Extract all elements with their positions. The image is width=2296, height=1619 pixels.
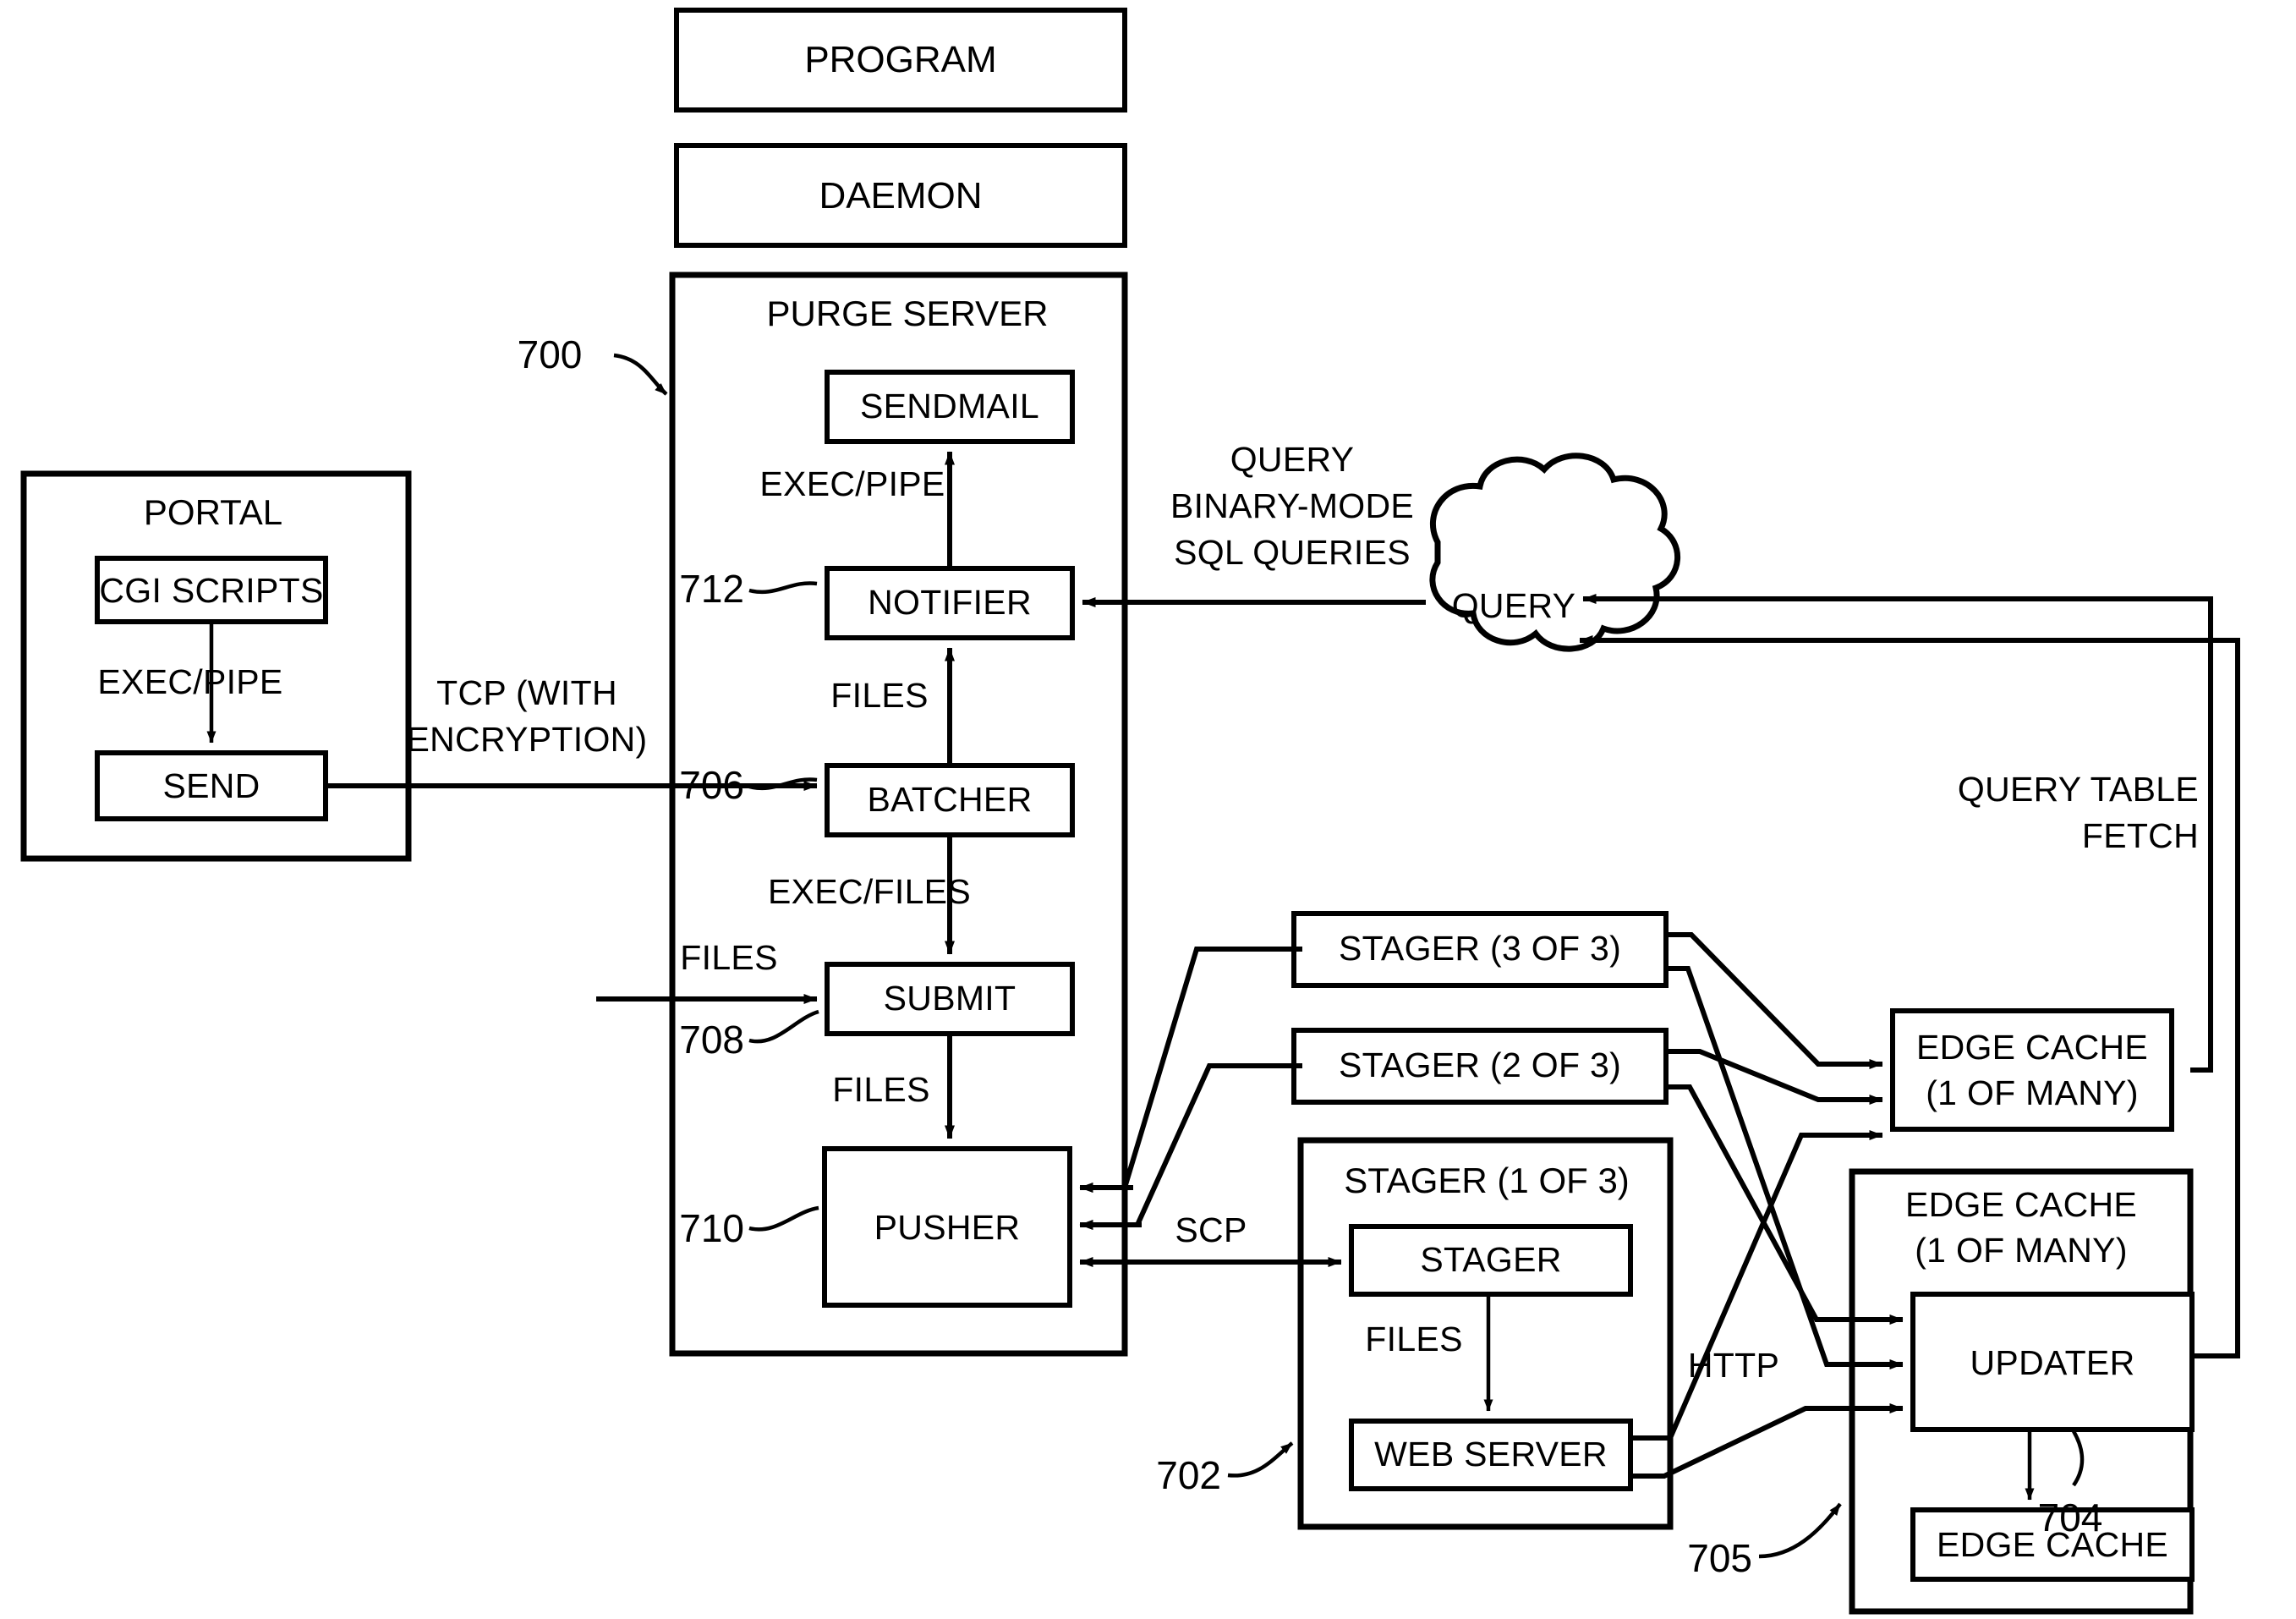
pusher-label: PUSHER (874, 1208, 1021, 1247)
numeral-704: 704 (2038, 1496, 2103, 1539)
query-label-line3: SQL QUERIES (1174, 533, 1411, 572)
leader-705 (1758, 1502, 1842, 1559)
query-label-line1: QUERY (1230, 440, 1355, 479)
updater-label: UPDATER (1970, 1343, 2135, 1382)
stager-label: STAGER (1420, 1240, 1561, 1279)
edge-cache-many-bottom-line2: (1 OF MANY) (1915, 1231, 2128, 1270)
link-stager2-edgecache-top (1666, 1049, 1883, 1105)
exec-pipe-notifier-label: EXEC/PIPE (759, 464, 945, 503)
send-label: SEND (162, 766, 260, 805)
stager-3-label: STAGER (3 OF 3) (1339, 929, 1621, 968)
edge-cache-many-top-line2: (1 OF MANY) (1926, 1073, 2139, 1112)
files-pusher-label: FILES (832, 1070, 929, 1109)
numeral-712: 712 (679, 567, 744, 611)
leader-704 (2072, 1430, 2085, 1487)
submit-label: SUBMIT (884, 979, 1016, 1018)
scp-label: SCP (1175, 1210, 1247, 1249)
portal-label: PORTAL (144, 492, 282, 532)
leader-700 (613, 353, 668, 396)
notifier-label: NOTIFIER (868, 583, 1032, 622)
numeral-706: 706 (679, 763, 744, 807)
numeral-708: 708 (679, 1018, 744, 1062)
purge-server-label: PURGE SERVER (767, 294, 1049, 333)
leader-712 (748, 581, 818, 595)
arrow-updater-to-cloud (1579, 635, 2240, 1358)
cgi-scripts-label: CGI SCRIPTS (99, 571, 323, 610)
edge-cache-many-top-line1: EDGE CACHE (1916, 1028, 2148, 1067)
patent-diagram: PROGRAM DAEMON PURGE SERVER SENDMAIL NOT… (20, 8, 2240, 1615)
link-pusher-stager2 (1079, 1063, 1302, 1230)
stager-1-container-label: STAGER (1 OF 3) (1344, 1161, 1630, 1200)
query-label-line2: BINARY-MODE (1170, 486, 1414, 525)
sendmail-label: SENDMAIL (860, 387, 1039, 425)
web-server-label: WEB SERVER (1374, 1435, 1608, 1474)
files-submit-in-label: FILES (680, 938, 777, 977)
figure-canvas: PROGRAM DAEMON PURGE SERVER SENDMAIL NOT… (0, 0, 2296, 1619)
numeral-710: 710 (679, 1206, 744, 1250)
exec-files-label: EXEC/FILES (768, 872, 971, 911)
edge-cache-many-bottom-line1: EDGE CACHE (1905, 1185, 2137, 1224)
numeral-705: 705 (1687, 1536, 1752, 1580)
stager-2-label: STAGER (2 OF 3) (1339, 1045, 1621, 1084)
leader-710 (748, 1205, 819, 1232)
query-table-label-line2: FETCH (2082, 816, 2199, 855)
numeral-702: 702 (1156, 1453, 1221, 1497)
numeral-700: 700 (518, 332, 583, 376)
daemon-label: DAEMON (819, 175, 982, 217)
query-cloud-label: QUERY (1452, 586, 1576, 625)
batcher-label: BATCHER (868, 780, 1033, 819)
program-label: PROGRAM (804, 39, 996, 80)
exec-pipe-portal-label: EXEC/PIPE (97, 662, 282, 701)
query-table-label-line1: QUERY TABLE (1958, 770, 2199, 809)
leader-702 (1227, 1441, 1294, 1478)
files-notifier-label: FILES (830, 676, 928, 715)
tcp-label-line1: TCP (WITH (436, 673, 617, 712)
tcp-label-line2: ENCRYPTION) (406, 720, 647, 759)
http-label: HTTP (1688, 1346, 1779, 1385)
link-stager2-updater (1666, 1084, 1904, 1325)
leader-708 (748, 1009, 819, 1044)
files-stager-label: FILES (1365, 1320, 1462, 1358)
